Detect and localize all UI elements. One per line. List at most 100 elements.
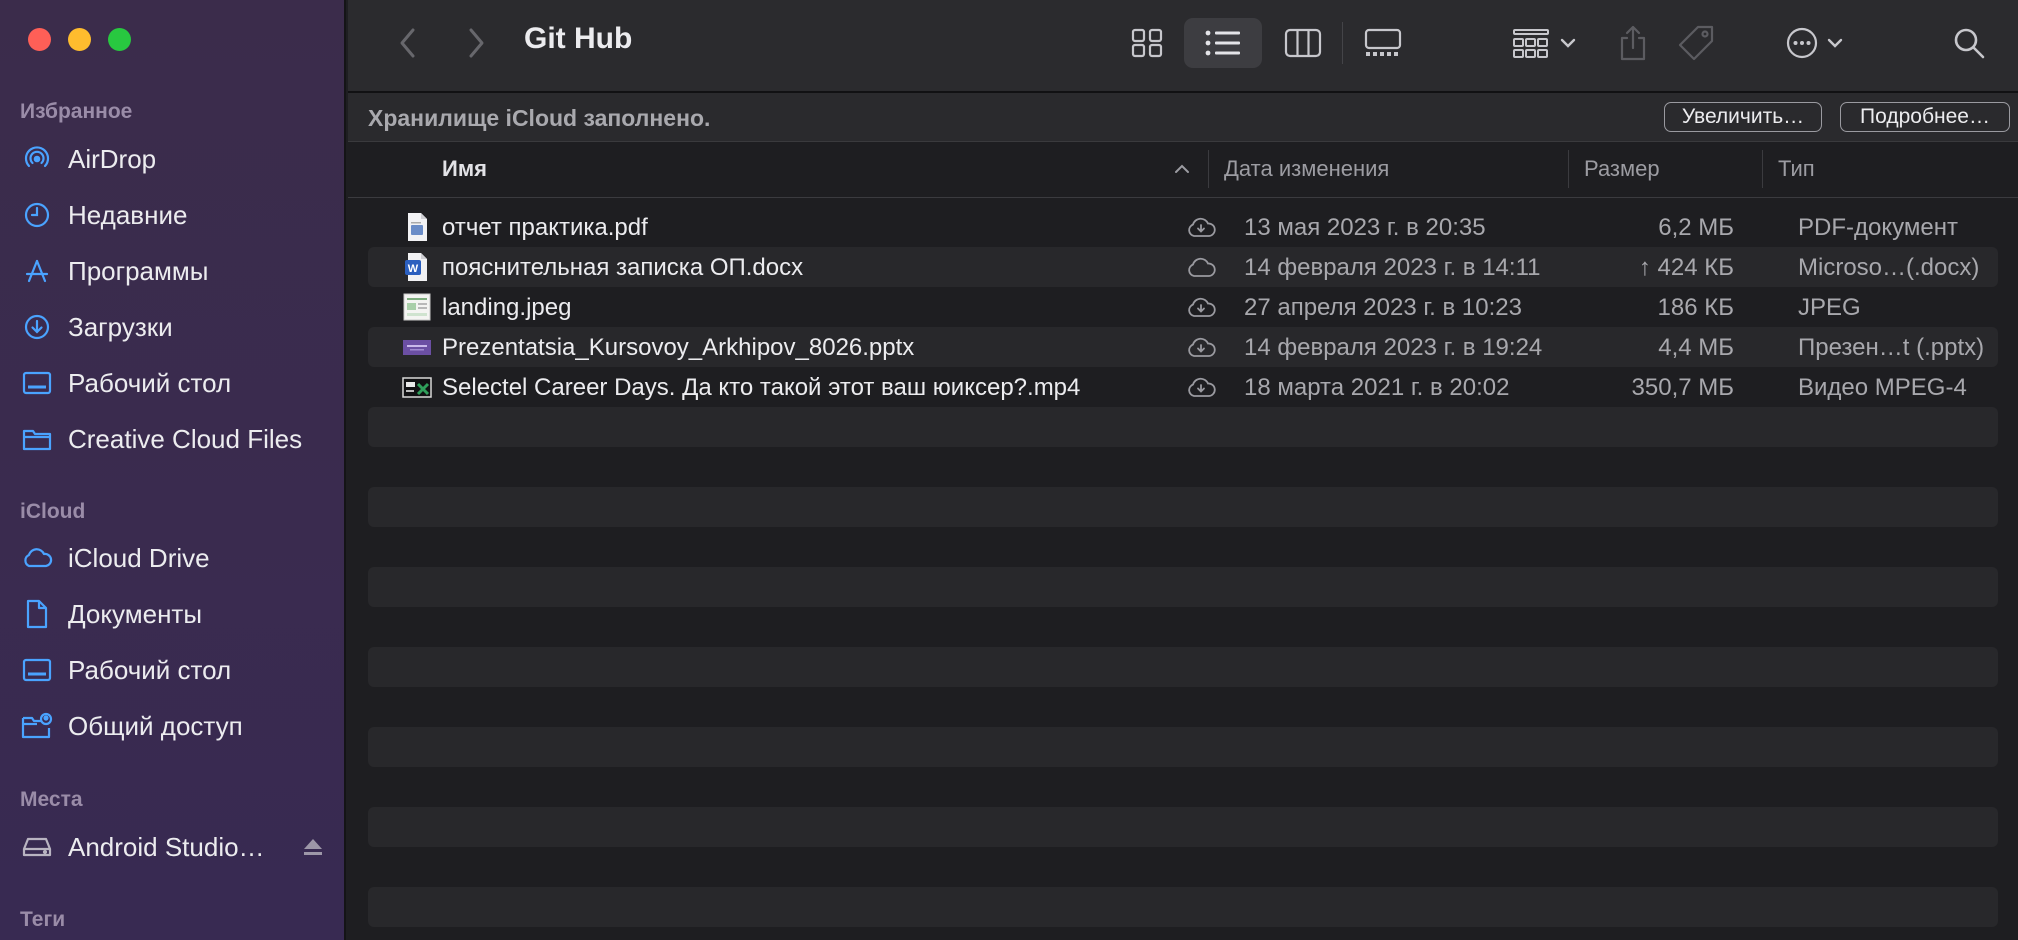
forward-button[interactable] xyxy=(456,18,496,68)
chevron-down-icon xyxy=(1560,38,1576,48)
share-icon xyxy=(1620,25,1646,61)
sidebar-item-label: iCloud Drive xyxy=(68,542,210,573)
tag-icon xyxy=(1678,25,1714,61)
sidebar-item-label: Android Studio… xyxy=(68,831,265,862)
sidebar-heading-locations: Места xyxy=(20,788,83,811)
empty-row xyxy=(368,727,1998,767)
column-divider[interactable] xyxy=(1208,150,1209,188)
column-view-button[interactable] xyxy=(1276,18,1330,68)
shared-folder-icon xyxy=(20,709,54,743)
file-row[interactable]: W пояснительная записка ОП.docx 14 февра… xyxy=(368,247,1998,287)
word-file-icon: W xyxy=(405,253,427,281)
clock-icon xyxy=(20,198,54,232)
sidebar-item-documents[interactable]: Документы xyxy=(20,592,340,636)
sidebar-item-icloud-drive[interactable]: iCloud Drive xyxy=(20,536,340,580)
file-date: 27 апреля 2023 г. в 10:23 xyxy=(1244,294,1522,321)
desktop-icon xyxy=(20,366,54,400)
svg-text:W: W xyxy=(408,263,419,275)
file-name: Selectel Career Days. Да кто такой этот … xyxy=(442,374,1081,401)
sidebar-item-airdrop[interactable]: AirDrop xyxy=(20,137,340,181)
cloud-icon xyxy=(20,541,54,575)
file-row[interactable]: отчет практика.pdf 13 мая 2023 г. в 20:3… xyxy=(368,207,1998,247)
eject-icon[interactable] xyxy=(302,837,324,857)
empty-row xyxy=(368,887,1998,927)
back-button[interactable] xyxy=(388,18,428,68)
sidebar-item-label: Общий доступ xyxy=(68,710,243,741)
image-file-icon xyxy=(403,293,431,321)
sidebar-item-creative-cloud[interactable]: Creative Cloud Files xyxy=(20,417,340,461)
sidebar-heading-favorites: Избранное xyxy=(20,100,133,123)
upgrade-storage-button[interactable]: Увеличить… xyxy=(1664,102,1822,132)
window-title: Git Hub xyxy=(524,22,633,55)
cloud-download-icon[interactable] xyxy=(1186,216,1216,238)
share-button[interactable] xyxy=(1610,18,1656,68)
file-date: 14 февраля 2023 г. в 14:11 xyxy=(1244,254,1541,281)
pdf-file-icon xyxy=(408,213,427,241)
column-header-bar: Имя Дата изменения Размер Тип xyxy=(348,142,2018,198)
column-header-size[interactable]: Размер xyxy=(1584,156,1660,182)
sidebar-heading-icloud: iCloud xyxy=(20,500,86,523)
applications-icon xyxy=(20,254,54,288)
file-kind: PDF-документ xyxy=(1798,214,1958,241)
column-divider[interactable] xyxy=(1568,150,1569,188)
file-name: отчет практика.pdf xyxy=(442,214,648,241)
sidebar-item-icloud-desktop[interactable]: Рабочий стол xyxy=(20,648,340,692)
list-view-button[interactable] xyxy=(1184,18,1262,68)
more-actions-button[interactable] xyxy=(1778,18,1850,68)
file-row[interactable]: landing.jpeg 27 апреля 2023 г. в 10:23 1… xyxy=(368,287,1998,327)
empty-row xyxy=(368,647,1998,687)
sidebar-item-label: Creative Cloud Files xyxy=(68,423,303,454)
file-name: landing.jpeg xyxy=(442,294,572,321)
file-size: 350,7 МБ xyxy=(1631,374,1734,401)
sidebar-item-desktop[interactable]: Рабочий стол xyxy=(20,361,340,405)
icloud-storage-message: Хранилище iCloud заполнено. xyxy=(368,105,711,131)
sidebar-item-recents[interactable]: Недавние xyxy=(20,193,340,237)
disk-icon xyxy=(20,830,54,864)
cloud-download-icon[interactable] xyxy=(1186,336,1216,358)
more-info-button[interactable]: Подробнее… xyxy=(1840,102,2010,132)
search-button[interactable] xyxy=(1946,18,1992,68)
tag-button[interactable] xyxy=(1672,18,1722,68)
video-file-icon xyxy=(402,377,432,398)
empty-row xyxy=(368,487,1998,527)
zoom-window-button[interactable] xyxy=(108,28,131,51)
column-divider[interactable] xyxy=(1762,150,1763,188)
chevron-down-icon xyxy=(1827,38,1843,48)
toolbar-separator xyxy=(1342,22,1343,64)
sidebar-item-label: Рабочий стол xyxy=(68,367,232,398)
icloud-storage-banner: Хранилище iCloud заполнено. Увеличить… П… xyxy=(348,93,2018,142)
sidebar-item-applications[interactable]: Программы xyxy=(20,249,340,293)
file-name: Prezentatsia_Kursovoy_Arkhipov_8026.pptx xyxy=(442,334,915,361)
empty-row xyxy=(368,407,1998,447)
cloud-download-icon[interactable] xyxy=(1186,296,1216,318)
file-date: 13 мая 2023 г. в 20:35 xyxy=(1244,214,1486,241)
sidebar-item-downloads[interactable]: Загрузки xyxy=(20,305,340,349)
sidebar-item-android-studio[interactable]: Android Studio… xyxy=(20,825,340,869)
folder-icon xyxy=(20,422,54,456)
gallery-view-button[interactable] xyxy=(1352,18,1414,68)
file-row[interactable]: Prezentatsia_Kursovoy_Arkhipov_8026.pptx… xyxy=(368,327,1998,367)
document-icon xyxy=(20,597,54,631)
file-date: 14 февраля 2023 г. в 19:24 xyxy=(1244,334,1543,361)
sidebar-item-label: Документы xyxy=(68,598,203,629)
column-header-kind[interactable]: Тип xyxy=(1778,156,1815,182)
cloud-download-icon[interactable] xyxy=(1186,376,1216,398)
empty-row xyxy=(368,807,1998,847)
file-row[interactable]: Selectel Career Days. Да кто такой этот … xyxy=(368,367,1998,407)
close-window-button[interactable] xyxy=(28,28,51,51)
sidebar-heading-tags: Теги xyxy=(20,908,66,931)
desktop-icon xyxy=(20,653,54,687)
column-header-name[interactable]: Имя xyxy=(442,156,487,182)
column-header-date[interactable]: Дата изменения xyxy=(1224,156,1389,182)
minimize-window-button[interactable] xyxy=(68,28,91,51)
group-by-button[interactable] xyxy=(1504,18,1584,68)
sidebar-item-label: Рабочий стол xyxy=(68,654,232,685)
icon-view-button[interactable] xyxy=(1120,18,1174,68)
sidebar-item-shared[interactable]: Общий доступ xyxy=(20,704,340,748)
columns-icon xyxy=(1284,28,1322,58)
sort-ascending-icon xyxy=(1175,164,1189,173)
download-icon xyxy=(20,310,54,344)
toolbar: Git Hub xyxy=(348,0,2018,93)
file-kind: Презен…t (.pptx) xyxy=(1798,334,1985,361)
chevron-left-icon xyxy=(400,28,415,58)
